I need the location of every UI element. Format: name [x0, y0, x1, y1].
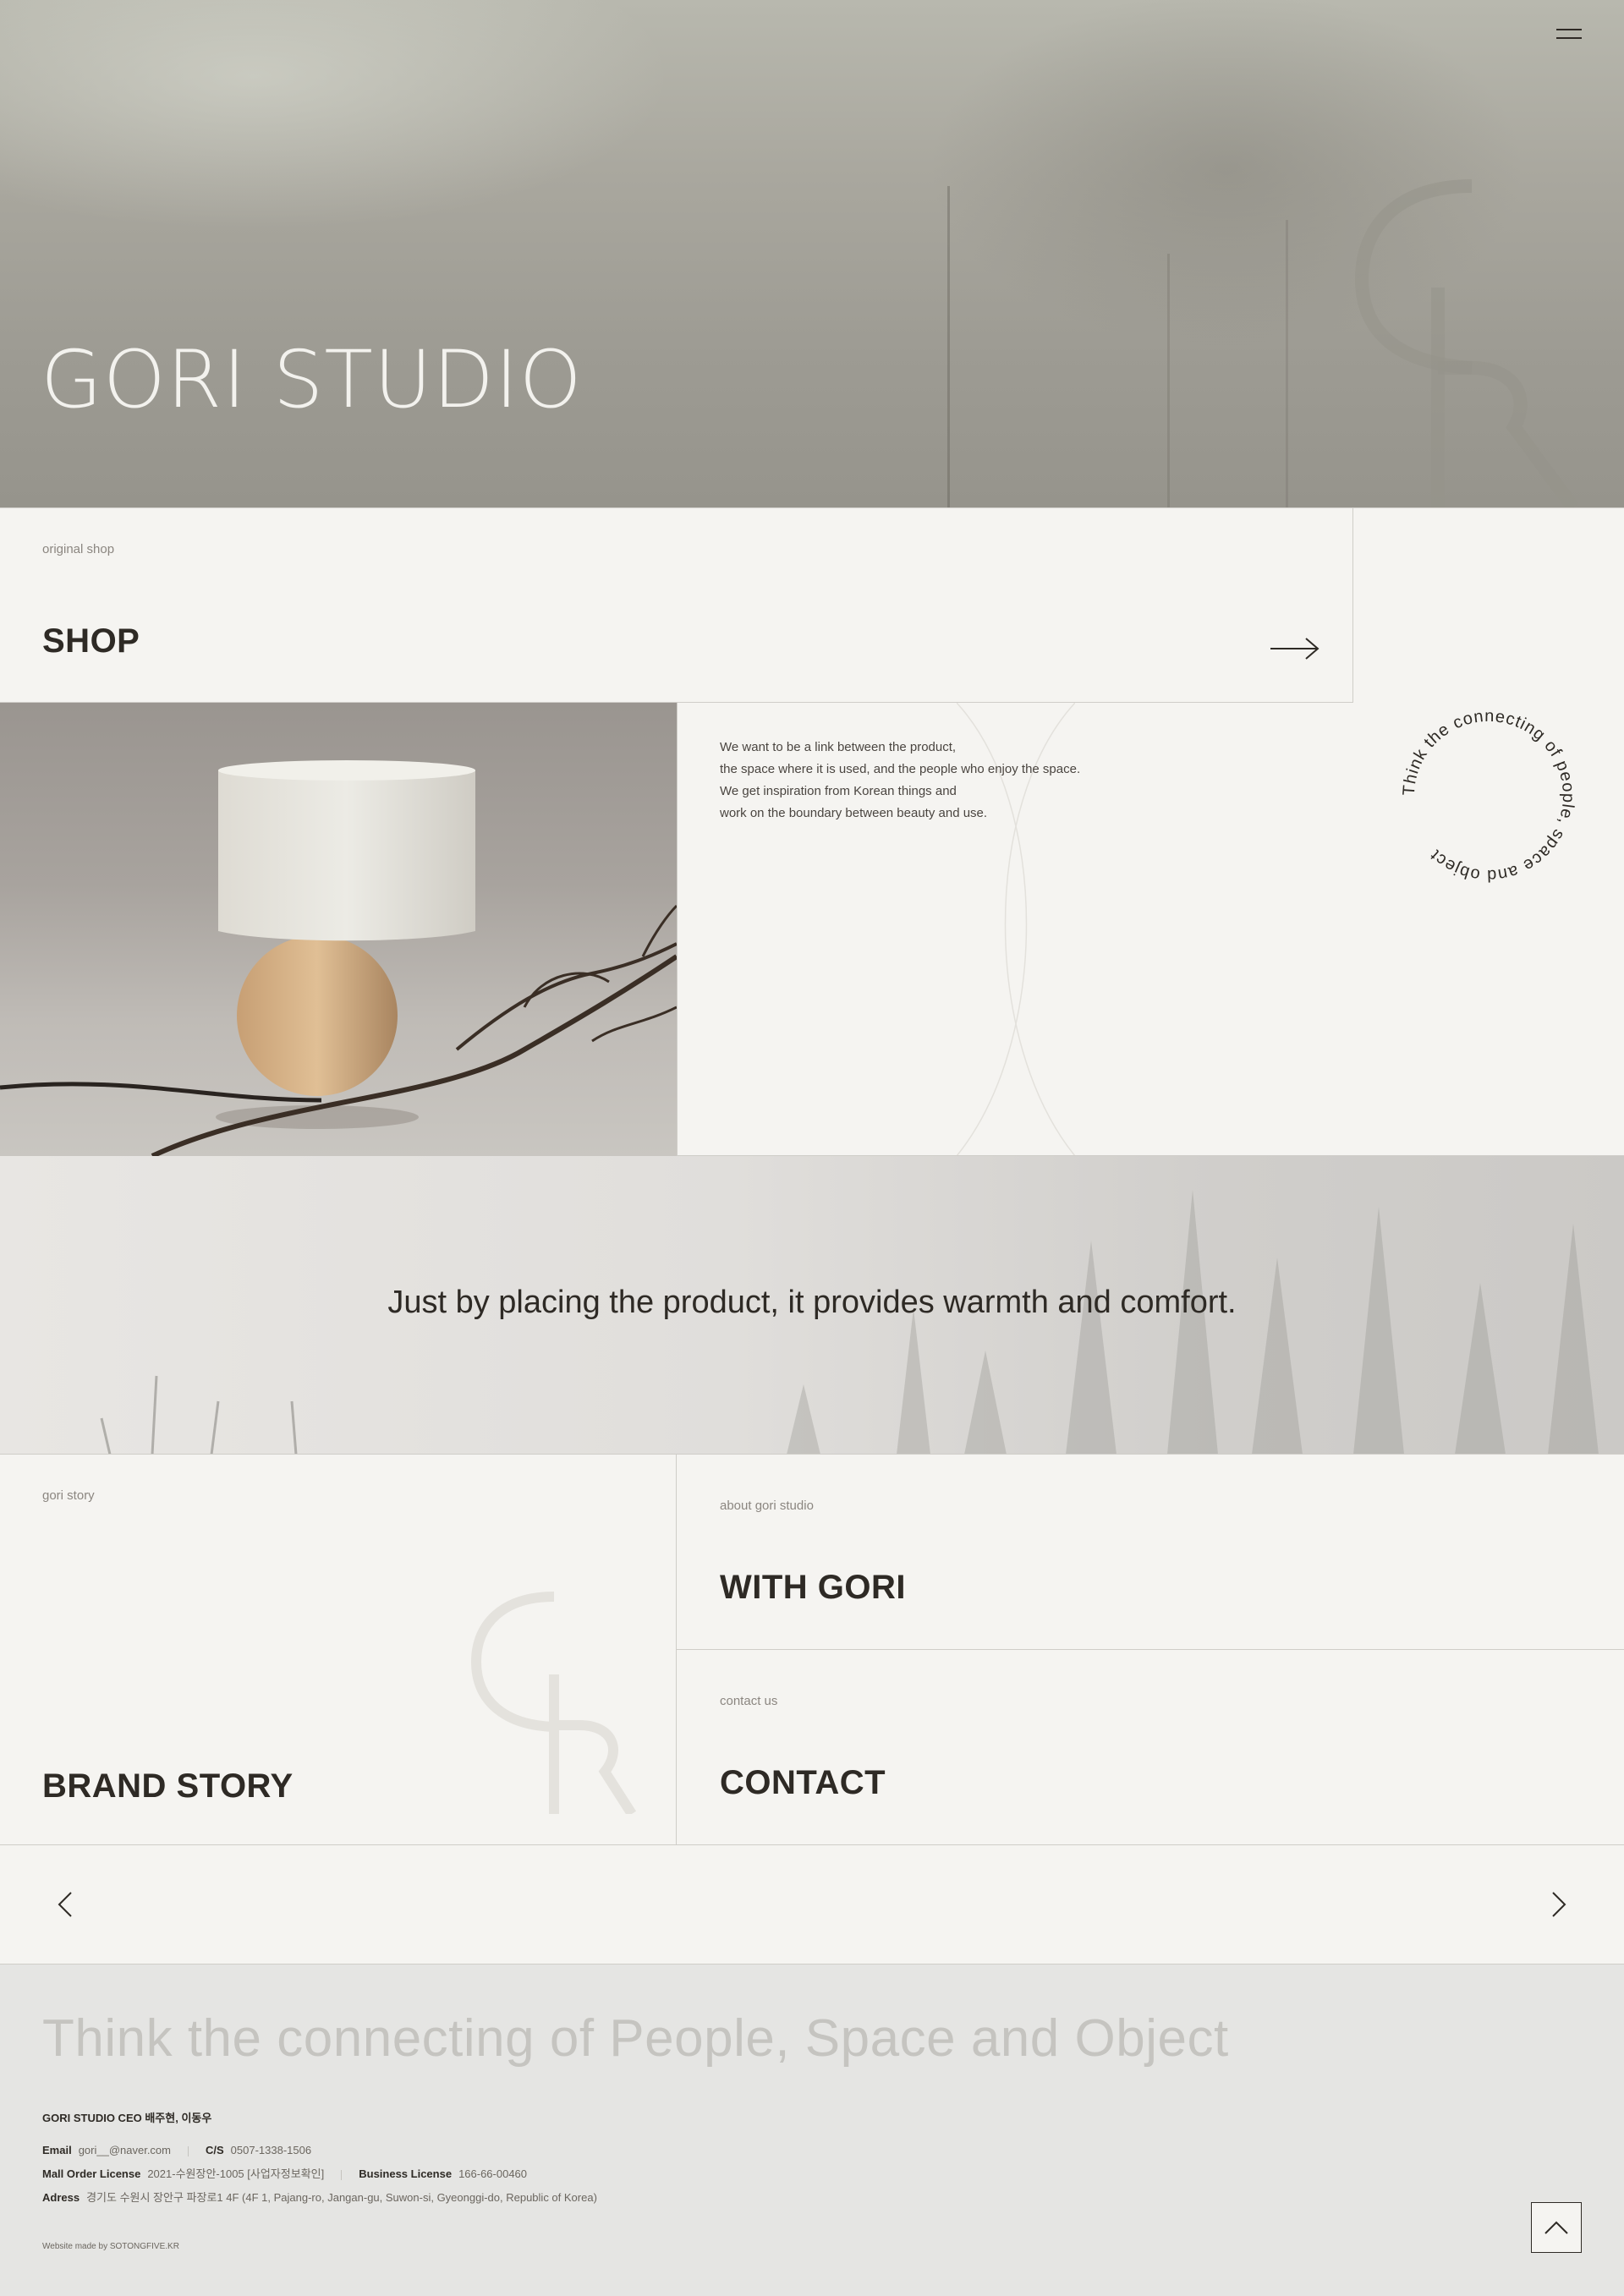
description-line: We get inspiration from Korean things an… — [720, 784, 957, 798]
circle-text-path: Think the connecting of people, space an… — [1400, 707, 1577, 885]
description-line: We want to be a link between the product… — [720, 740, 957, 754]
company-info: GORI STUDIO CEO 배주현, 이동우 Email gori__@nav… — [42, 2107, 597, 2210]
with-gori-card[interactable]: about gori studio WITH GORI — [676, 1455, 1624, 1650]
email-label: Email — [42, 2144, 72, 2156]
lamp-product-image — [0, 703, 677, 1156]
site-credit: Website made by SOTONGFIVE.KR — [42, 2242, 179, 2251]
hero-tree-trunk — [947, 186, 950, 507]
business-license-label: Business License — [359, 2167, 453, 2180]
site-footer: Think the connecting of People, Space an… — [0, 1964, 1624, 2296]
lamp-illustration — [0, 760, 677, 1156]
description-line: the space where it is used, and the peop… — [720, 762, 1081, 776]
tagline-banner: Just by placing the product, it provides… — [0, 1156, 1624, 1455]
hero-tree-trunk — [1167, 254, 1170, 507]
tagline-text: Just by placing the product, it provides… — [387, 1285, 1237, 1320]
mall-license-label: Mall Order License — [42, 2167, 141, 2180]
slider-pager — [0, 1845, 1624, 1964]
email-value[interactable]: gori__@naver.com — [79, 2144, 171, 2156]
cs-label: C/S — [206, 2144, 224, 2156]
brand-story-card[interactable]: gori story BRAND STORY — [0, 1455, 677, 1845]
shop-eyebrow: original shop — [42, 542, 115, 556]
brand-description: We want to be a link between the product… — [720, 737, 1080, 825]
hero-tree-trunk — [1286, 220, 1288, 507]
mall-license-value[interactable]: 2021-수원장안-1005 [사업자정보확인] — [147, 2167, 324, 2180]
contact-card[interactable]: contact us CONTACT — [676, 1650, 1624, 1845]
hero-section: GORI STUDIO — [0, 0, 1624, 507]
cs-value[interactable]: 0507-1338-1506 — [231, 2144, 311, 2156]
business-license-value: 166-66-00460 — [458, 2167, 528, 2180]
circular-text-panel: Think the connecting of people, space an… — [1352, 507, 1624, 1156]
ceo-line: GORI STUDIO CEO 배주현, 이동우 — [42, 2112, 212, 2124]
hero-title: GORI STUDIO — [41, 334, 583, 426]
address-row: Adress 경기도 수원시 장안구 파장로1 4F (4F 1, Pajang-… — [42, 2186, 597, 2210]
credit-prefix: Website made by — [42, 2242, 108, 2251]
footer-slogan: Think the connecting of People, Space an… — [42, 2009, 1229, 2068]
contact-eyebrow: contact us — [720, 1694, 778, 1708]
chevron-right-icon[interactable] — [1543, 1889, 1573, 1920]
address-value: 경기도 수원시 장안구 파장로1 4F (4F 1, Pajang-ro, Ja… — [86, 2191, 597, 2204]
story-title: BRAND STORY — [42, 1767, 294, 1805]
license-info-row: Mall Order License 2021-수원장안-1005 [사업자정보확… — [42, 2162, 597, 2186]
credit-link[interactable]: SOTONGFIVE.KR — [110, 2242, 179, 2251]
shop-title: SHOP — [42, 622, 140, 660]
scroll-top-button[interactable] — [1531, 2202, 1582, 2253]
chevron-up-icon — [1544, 2221, 1568, 2234]
with-gori-title: WITH GORI — [720, 1569, 907, 1606]
gr-monogram-watermark — [470, 1592, 637, 1814]
description-line: work on the boundary between beauty and … — [720, 806, 988, 820]
address-label: Adress — [42, 2191, 80, 2204]
contact-info-row: Email gori__@naver.com C/S 0507-1338-1506 — [42, 2139, 597, 2162]
brand-description-panel: We want to be a link between the product… — [677, 703, 1353, 1156]
contact-title: CONTACT — [720, 1764, 886, 1801]
rotating-circle-text: Think the connecting of people, space an… — [1400, 707, 1577, 885]
hamburger-menu-icon[interactable] — [1553, 25, 1583, 44]
chevron-left-icon[interactable] — [51, 1889, 81, 1920]
gr-monogram-watermark — [1354, 179, 1579, 507]
shop-link-card[interactable]: original shop SHOP — [0, 507, 1353, 703]
with-gori-eyebrow: about gori studio — [720, 1499, 814, 1513]
svg-text:Think the connecting of people: Think the connecting of people, space an… — [1400, 707, 1577, 885]
story-eyebrow: gori story — [42, 1488, 95, 1503]
arrow-right-icon[interactable] — [1269, 635, 1321, 662]
